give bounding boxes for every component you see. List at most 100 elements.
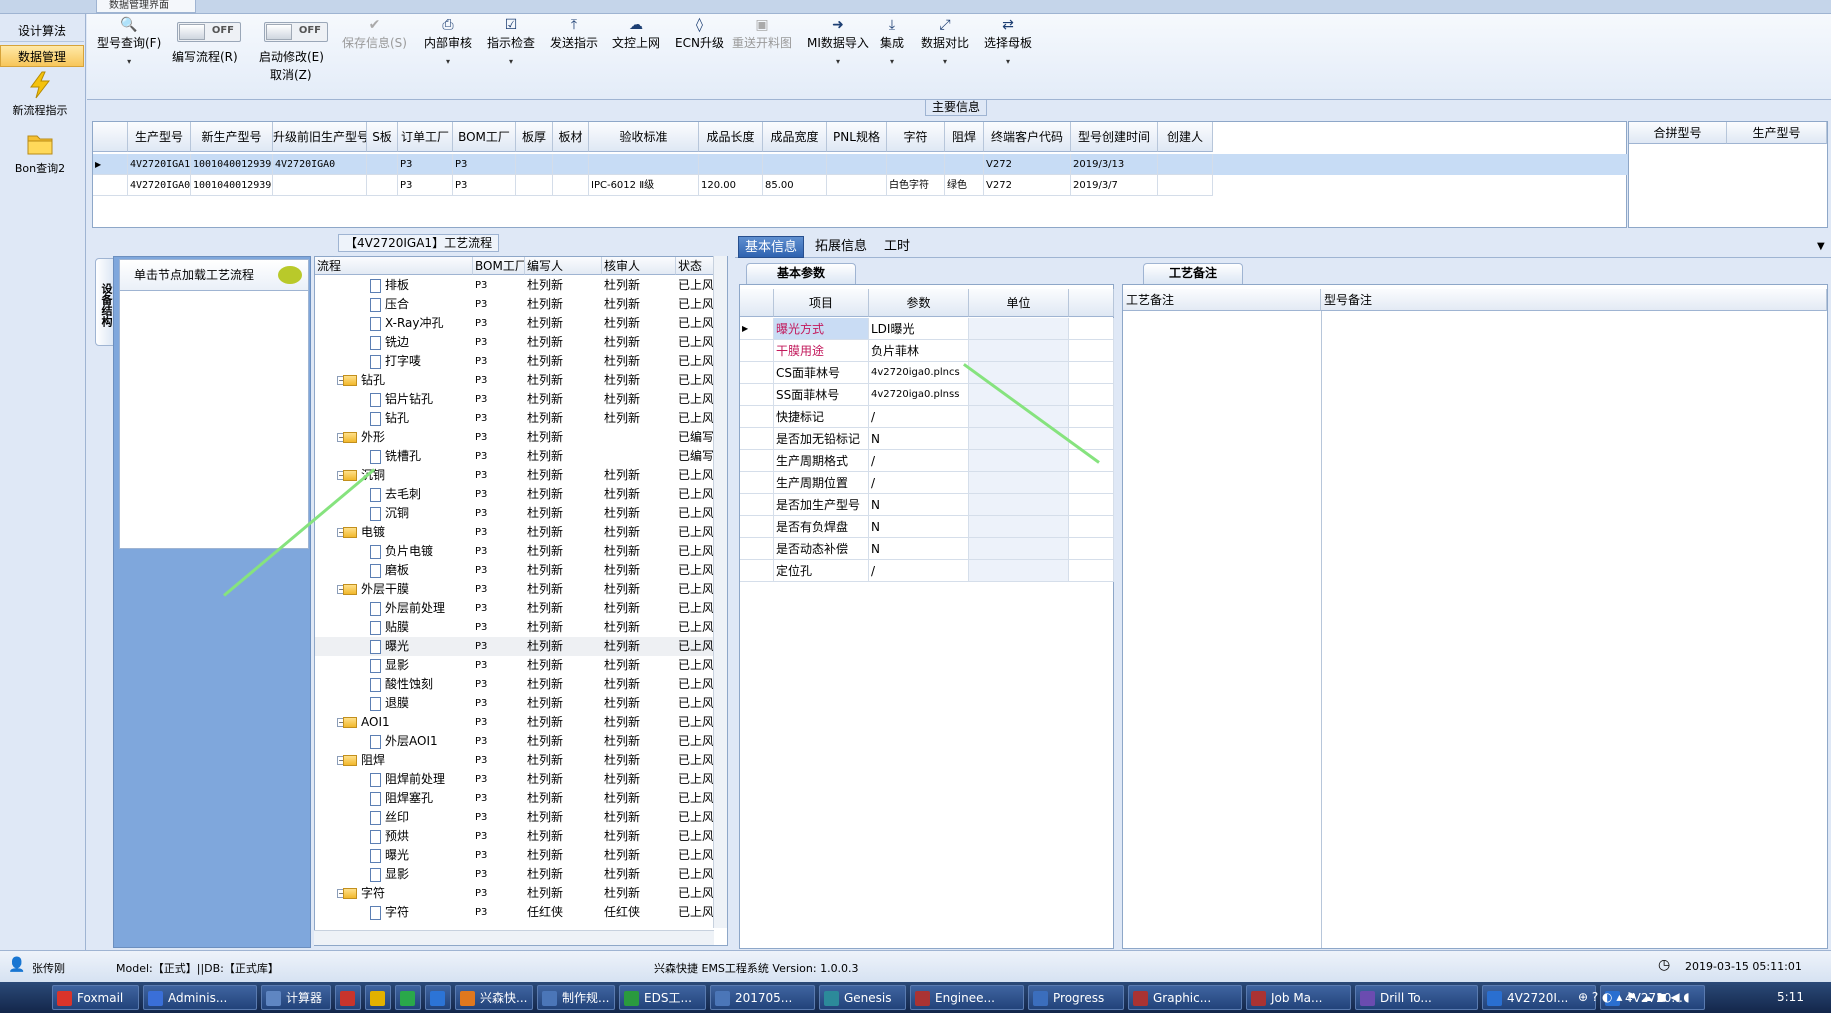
cell-reviewer[interactable]: 杜列新	[604, 808, 676, 827]
cell[interactable]	[367, 175, 398, 196]
internal-review-button[interactable]: ⎙ 内部审核 ▾	[424, 16, 472, 66]
chevron-down-icon[interactable]: ▾	[97, 57, 161, 66]
nav-design-algorithm[interactable]: 设计算法	[0, 20, 84, 42]
cell-writer[interactable]: 杜列新	[527, 333, 602, 352]
param-unit[interactable]	[969, 560, 1069, 582]
select-mother-board-button[interactable]: ⇄ 选择母板 ▾	[984, 16, 1032, 66]
taskbar-item[interactable]: Adminis...	[143, 985, 257, 1010]
tree-row[interactable]: 预烘 P3 杜列新 杜列新 已上风	[315, 827, 715, 846]
col-header[interactable]: PNL规格	[827, 122, 887, 152]
cell-status[interactable]: 已上风	[678, 523, 718, 542]
col-header[interactable]: 流程	[315, 257, 473, 275]
tree-node-name[interactable]: 字符	[370, 903, 473, 922]
tab-basic-params[interactable]: 基本参数	[746, 263, 856, 284]
cell-reviewer[interactable]: 杜列新	[604, 637, 676, 656]
cell-status[interactable]: 已上风	[678, 751, 718, 770]
tree-row[interactable]: − 外形 P3 杜列新 已编写	[315, 428, 715, 447]
cell-bom-factory[interactable]: P3	[475, 466, 525, 485]
cell[interactable]: V272	[984, 154, 1071, 175]
nav-data-management[interactable]: 数据管理	[0, 45, 84, 67]
taskbar-item[interactable]: Drill To...	[1355, 985, 1478, 1010]
cell-writer[interactable]: 杜列新	[527, 371, 602, 390]
cell[interactable]	[763, 154, 827, 175]
cell[interactable]	[589, 154, 699, 175]
cell-bom-factory[interactable]: P3	[475, 808, 525, 827]
cell-bom-factory[interactable]: P3	[475, 428, 525, 447]
param-row[interactable]: 是否加生产型号 N	[740, 494, 1115, 516]
param-value[interactable]: 负片菲林	[869, 340, 969, 362]
tree-row[interactable]: 显影 P3 杜列新 杜列新 已上风	[315, 865, 715, 884]
tree-node-name[interactable]: 负片电镀	[370, 542, 473, 561]
taskbar-item[interactable]	[335, 985, 361, 1010]
cell-writer[interactable]: 杜列新	[527, 599, 602, 618]
cell-reviewer[interactable]: 杜列新	[604, 276, 676, 295]
cell-status[interactable]: 已上风	[678, 808, 718, 827]
col-header[interactable]: 项目	[774, 289, 869, 317]
tree-row[interactable]: − 阻焊 P3 杜列新 杜列新 已上风	[315, 751, 715, 770]
tab-work-hours[interactable]: 工时	[878, 236, 916, 258]
taskbar-item[interactable]: Genesis	[819, 985, 906, 1010]
cell-bom-factory[interactable]: P3	[475, 561, 525, 580]
cell-reviewer[interactable]: 杜列新	[604, 865, 676, 884]
tree-row[interactable]: 酸性蚀刻 P3 杜列新 杜列新 已上风	[315, 675, 715, 694]
taskbar-item[interactable]: EDS工...	[619, 985, 706, 1010]
col-header[interactable]: 型号备注	[1321, 289, 1827, 311]
tree-node-name[interactable]: 酸性蚀刻	[370, 675, 473, 694]
tree-row[interactable]: − 钻孔 P3 杜列新 杜列新 已上风	[315, 371, 715, 390]
tree-node-name[interactable]: 显影	[370, 656, 473, 675]
cell-writer[interactable]: 杜列新	[527, 580, 602, 599]
param-row[interactable]: 定位孔 /	[740, 560, 1115, 582]
param-value[interactable]: 4v2720iga0.plnss	[869, 384, 969, 406]
cell-reviewer[interactable]: 杜列新	[604, 409, 676, 428]
mi-data-import-button[interactable]: ➜ MI数据导入 ▾	[807, 16, 869, 66]
chevron-down-icon[interactable]: ▾	[880, 57, 904, 66]
cell-writer[interactable]: 杜列新	[527, 884, 602, 903]
cell-bom-factory[interactable]: P3	[475, 333, 525, 352]
cell-status[interactable]: 已上风	[678, 352, 718, 371]
cell[interactable]	[1158, 175, 1213, 196]
tree-node-name[interactable]: 压合	[370, 295, 473, 314]
taskbar-item[interactable]	[395, 985, 421, 1010]
tree-node-name[interactable]: 退膜	[370, 694, 473, 713]
cell-writer[interactable]: 杜列新	[527, 618, 602, 637]
param-unit[interactable]	[969, 516, 1069, 538]
cell[interactable]: 10010400129391	[191, 175, 273, 196]
taskbar-item[interactable]	[425, 985, 451, 1010]
cell-reviewer[interactable]: 杜列新	[604, 580, 676, 599]
cell[interactable]: P3	[398, 154, 453, 175]
cell-status[interactable]: 已上风	[678, 656, 718, 675]
cell-writer[interactable]: 杜列新	[527, 732, 602, 751]
cell-writer[interactable]: 任红侠	[527, 903, 602, 922]
cell-reviewer[interactable]: 杜列新	[604, 732, 676, 751]
tab-basic-info[interactable]: 基本信息	[738, 236, 805, 258]
cell-bom-factory[interactable]: P3	[475, 884, 525, 903]
cell-writer[interactable]: 杜列新	[527, 314, 602, 333]
param-row[interactable]: SS面菲林号 4v2720iga0.plnss	[740, 384, 1115, 406]
cell-writer[interactable]: 杜列新	[527, 694, 602, 713]
cell-bom-factory[interactable]: P3	[475, 846, 525, 865]
save-info-button[interactable]: ✔ 保存信息(S)	[342, 16, 407, 51]
cell[interactable]	[273, 175, 367, 196]
col-header[interactable]: 订单工厂	[398, 122, 453, 152]
tree-row[interactable]: 打字唛 P3 杜列新 杜列新 已上风	[315, 352, 715, 371]
tree-row[interactable]: 铣槽孔 P3 杜列新 已编写	[315, 447, 715, 466]
nav-new-flow-instruction[interactable]: 新流程指示	[0, 70, 80, 118]
cell-bom-factory[interactable]: P3	[475, 542, 525, 561]
cell-writer[interactable]: 杜列新	[527, 561, 602, 580]
tree-node-name[interactable]: 字符	[343, 884, 473, 903]
tree-row[interactable]: 阻焊前处理 P3 杜列新 杜列新 已上风	[315, 770, 715, 789]
tree-node-name[interactable]: 丝印	[370, 808, 473, 827]
cell[interactable]: 4V2720IGA0	[273, 154, 367, 175]
cell-status[interactable]: 已上风	[678, 295, 718, 314]
col-header[interactable]: 板厚	[516, 122, 553, 152]
cell-reviewer[interactable]: 杜列新	[604, 561, 676, 580]
cell-reviewer[interactable]: 杜列新	[604, 485, 676, 504]
cell-reviewer[interactable]: 杜列新	[604, 523, 676, 542]
cell-writer[interactable]: 杜列新	[527, 447, 602, 466]
col-header[interactable]: 新生产型号	[191, 122, 273, 152]
taskbar-item[interactable]	[365, 985, 391, 1010]
cell-status[interactable]: 已上风	[678, 390, 718, 409]
param-value[interactable]: /	[869, 406, 969, 428]
tree-node-name[interactable]: 预烘	[370, 827, 473, 846]
cell-status[interactable]: 已上风	[678, 504, 718, 523]
